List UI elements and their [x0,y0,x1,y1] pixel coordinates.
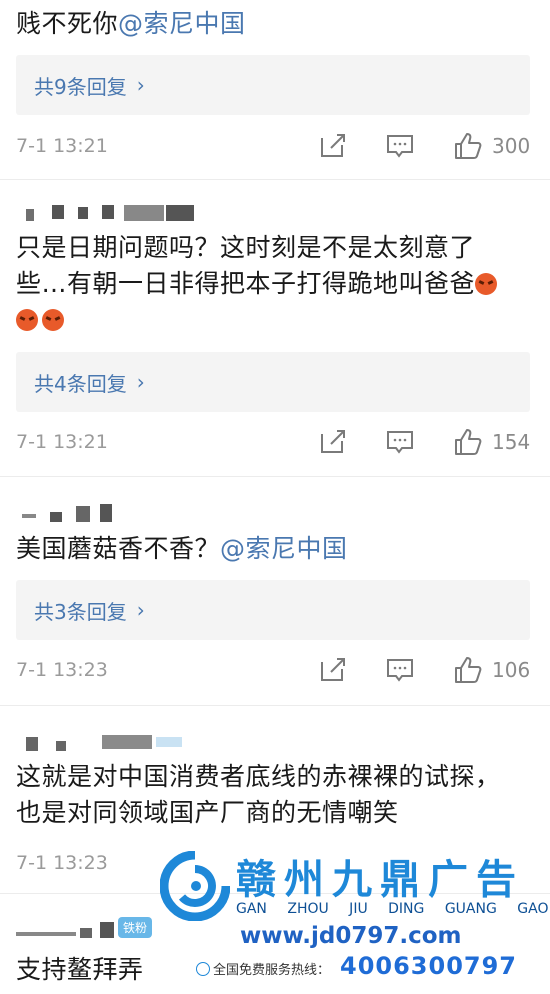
edit-icon[interactable] [318,655,348,685]
hotline-label: 全国免费服务热线： [213,963,331,978]
replies-label: 共3条回复 [34,599,127,624]
comment-text: 这就是对中国消费者底线的赤裸裸的试探， 也是对同领域国产厂商的无情嘲笑 [16,759,501,831]
watermark-brand: 赣州九鼎广告 [236,857,524,903]
edit-icon[interactable] [318,427,348,457]
phone-icon [196,962,210,976]
comment-line: 也是对同领域国产厂商的无情嘲笑 [16,798,399,827]
comment-body: 美国蘑菇香不香？ [16,534,221,563]
comment-line: 只是日期问题吗？这时刻是不是太刻意了 [16,233,476,262]
comment-body: 支持鳌拜弄 [16,955,144,984]
timestamp: 7-1 13:21 [16,431,108,453]
like-icon[interactable] [453,655,483,685]
mention-link[interactable]: @索尼中国 [220,534,348,563]
replies-button[interactable]: 共3条回复 › [16,580,530,640]
timestamp: 7-1 13:21 [16,135,108,157]
watermark-phone: 4006300797 [340,952,517,980]
replies-label: 共4条回复 [34,371,127,396]
comment-meta: 7-1 13:23 106 [16,655,530,685]
username-redacted [16,733,186,753]
comment-meta: 7-1 13:21 154 [16,427,530,457]
angry-emoji-icon [42,309,64,331]
chevron-right-icon: › [136,598,145,622]
chevron-right-icon: › [136,73,145,97]
comment-text: 只是日期问题吗？这时刻是不是太刻意了 些…有朝一日非得把本子打得跪地叫爸爸 [16,230,498,338]
watermark-hotline: 全国免费服务热线： [196,959,330,978]
comment-text: 支持鳌拜弄 [16,952,144,988]
username-redacted [16,920,116,940]
like-count: 106 [492,658,531,682]
chevron-right-icon: › [136,370,145,394]
angry-emoji-icon [16,309,38,331]
comment-icon[interactable] [385,427,415,457]
divider [0,476,550,477]
watermark: 赣州九鼎广告 GAN ZHOU JIU DING GUANG GAO www.j… [150,845,550,994]
like-count: 154 [492,430,531,454]
comment-meta: 7-1 13:21 300 [16,131,530,161]
timestamp: 7-1 13:23 [16,659,108,681]
comment-line: 这就是对中国消费者底线的赤裸裸的试探， [16,762,501,791]
replies-label: 共9条回复 [34,74,127,99]
watermark-url: www.jd0797.com [240,923,462,949]
timestamp: 7-1 13:23 [16,852,108,874]
comment-icon[interactable] [385,131,415,161]
like-icon[interactable] [453,131,483,161]
like-icon[interactable] [453,427,483,457]
like-count: 300 [492,134,531,158]
replies-button[interactable]: 共9条回复 › [16,55,530,115]
username-redacted [16,203,196,223]
logo-icon [160,851,230,921]
fan-badge: 铁粉 [118,917,153,938]
replies-button[interactable]: 共4条回复 › [16,352,530,412]
comment-line: 些…有朝一日非得把本子打得跪地叫爸爸 [16,269,476,298]
mention-link[interactable]: @索尼中国 [118,9,246,38]
edit-icon[interactable] [318,131,348,161]
username-redacted [16,504,116,524]
divider [0,179,550,180]
comment-icon[interactable] [385,655,415,685]
comment-text: 贱不死你@索尼中国 [16,6,246,42]
angry-emoji-icon [475,273,498,295]
comment-body: 贱不死你 [16,9,119,38]
watermark-pinyin: GAN ZHOU JIU DING GUANG GAO [236,901,549,917]
divider [0,705,550,706]
comment-text: 美国蘑菇香不香？@索尼中国 [16,531,348,567]
